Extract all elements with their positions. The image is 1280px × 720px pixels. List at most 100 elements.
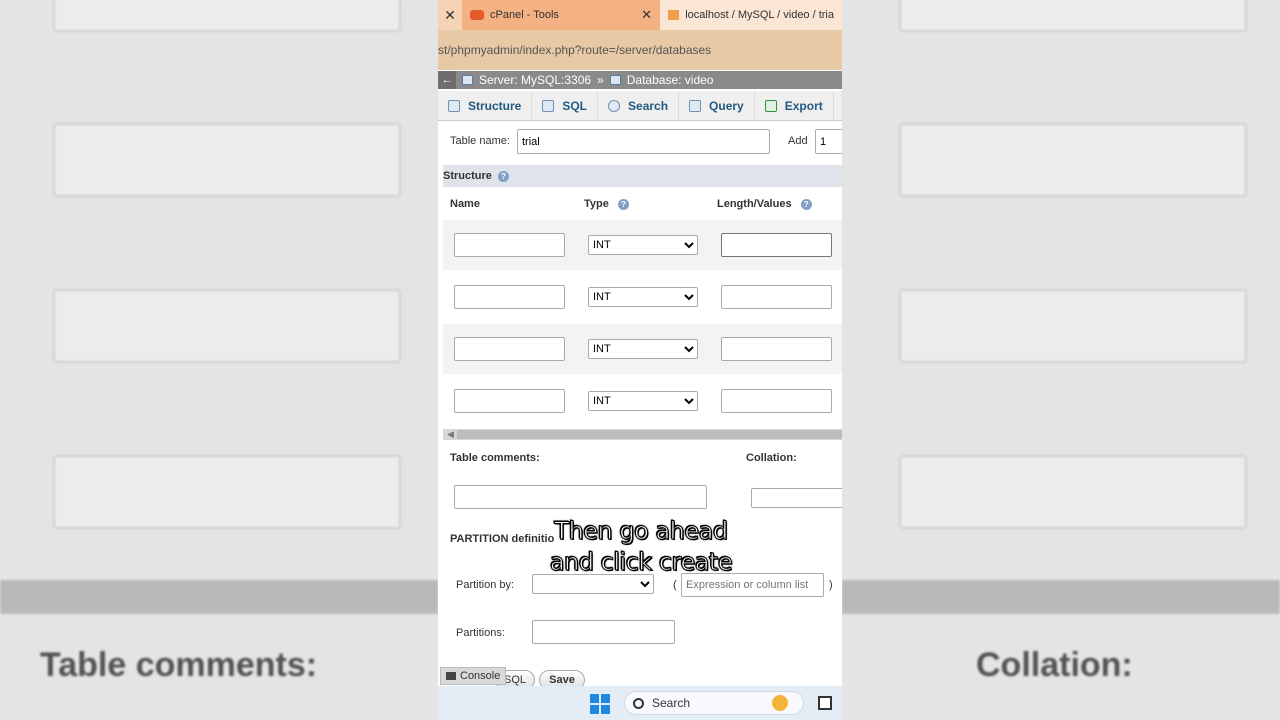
partitions-input[interactable]: [532, 620, 675, 644]
menu-label: Structure: [468, 98, 522, 113]
menu-label: Query: [709, 98, 744, 113]
bg-scrollbar: [0, 580, 438, 614]
help-icon[interactable]: ?: [800, 198, 812, 210]
column-name-input[interactable]: [454, 233, 565, 257]
tab-cpanel[interactable]: cPanel - Tools ✕: [462, 0, 660, 30]
menu-structure[interactable]: Structure: [438, 91, 533, 120]
close-icon[interactable]: ✕: [641, 7, 652, 23]
tab-label: cPanel - Tools: [490, 9, 559, 21]
column-length-input[interactable]: [721, 285, 832, 309]
table-comments-input[interactable]: [454, 485, 707, 509]
scrollbar-thumb[interactable]: [457, 430, 842, 439]
menu-search[interactable]: Search: [598, 91, 680, 120]
menu-more[interactable]: [834, 91, 842, 120]
menu-label: Search: [628, 98, 669, 113]
bg-box: [53, 0, 401, 32]
sql-icon: [542, 99, 555, 112]
weather-icon[interactable]: [772, 695, 788, 711]
column-name-input[interactable]: [454, 389, 565, 413]
partition-definition-label: PARTITION definitio: [450, 533, 555, 545]
url-text: st/phpmyadmin/index.php?route=/server/da…: [438, 43, 712, 57]
caption-line: and click create: [549, 548, 733, 577]
column-name-input[interactable]: [454, 337, 565, 361]
menu-export[interactable]: Export: [755, 91, 834, 120]
button-label: Save: [549, 674, 575, 686]
bg-scrollbar: [842, 580, 1280, 614]
bg-table-comments-text: Table comments:: [40, 646, 318, 684]
server-icon: [462, 75, 473, 85]
bg-box: [899, 455, 1247, 529]
column-header-type: Type ?: [584, 198, 629, 210]
structure-section-header: Structure ?: [443, 165, 842, 187]
open-paren: (: [673, 579, 677, 591]
close-icon[interactable]: ✕: [438, 7, 462, 24]
help-icon[interactable]: ?: [617, 198, 629, 210]
query-icon: [689, 99, 702, 112]
column-name-input[interactable]: [454, 285, 565, 309]
taskbar-search-label: Search: [652, 696, 691, 710]
table-comments-label: Table comments:: [450, 452, 540, 464]
column-length-input[interactable]: [721, 389, 832, 413]
column-type-select[interactable]: INT: [588, 235, 698, 255]
column-type-select[interactable]: INT: [588, 339, 698, 359]
search-icon: [608, 99, 621, 112]
add-columns-input[interactable]: [815, 129, 842, 154]
cpanel-icon: [470, 10, 484, 20]
menu-label: Export: [784, 98, 823, 113]
top-menu: Structure SQL Search Query Export: [438, 91, 842, 121]
bg-box: [53, 289, 401, 363]
structure-icon: [448, 99, 460, 112]
column-type-select[interactable]: INT: [588, 391, 698, 411]
tab-bar: ✕ cPanel - Tools ✕ localhost / MySQL / v…: [438, 0, 842, 30]
horizontal-scrollbar[interactable]: ◀: [443, 429, 842, 440]
close-paren: ): [829, 579, 833, 591]
column-row: INT: [443, 324, 842, 374]
collation-label: Collation:: [746, 452, 797, 464]
bg-box: [899, 289, 1247, 363]
bg-box: [899, 123, 1247, 197]
bg-box: [53, 455, 401, 529]
table-name-label: Table name:: [450, 135, 510, 147]
menu-sql[interactable]: SQL: [532, 91, 599, 120]
breadcrumb-server[interactable]: Server: MySQL:3306: [479, 73, 591, 87]
structure-label: Structure: [443, 170, 492, 182]
breadcrumb-separator: »: [597, 73, 604, 87]
column-length-input[interactable]: [721, 233, 832, 257]
console-label: Console: [460, 670, 501, 682]
button-label: SQL: [503, 674, 526, 686]
address-bar[interactable]: st/phpmyadmin/index.php?route=/server/da…: [438, 30, 842, 70]
tab-phpmyadmin[interactable]: localhost / MySQL / video / tria: [660, 0, 842, 30]
column-type-select[interactable]: INT: [588, 287, 698, 307]
video-caption: Then go ahead and click create: [548, 516, 734, 578]
phpmyadmin-icon: [668, 10, 680, 20]
add-label: Add: [788, 135, 808, 147]
search-icon: [633, 697, 644, 709]
column-length-input[interactable]: [721, 337, 832, 361]
scroll-left-icon[interactable]: ◀: [447, 429, 454, 440]
taskbar: Search: [438, 686, 842, 720]
collation-select[interactable]: [751, 488, 842, 508]
breadcrumb-database[interactable]: Database: video: [627, 73, 714, 87]
bg-collation-text: Collation:: [976, 646, 1133, 684]
length-label: Length/Values: [717, 198, 792, 210]
help-icon[interactable]: ?: [497, 170, 509, 182]
column-row: INT: [443, 376, 842, 426]
type-label: Type: [584, 198, 609, 210]
app-icon[interactable]: [818, 696, 832, 710]
menu-query[interactable]: Query: [679, 91, 755, 120]
partitions-label: Partitions:: [456, 627, 505, 639]
tab-label: localhost / MySQL / video / tria: [685, 9, 834, 21]
console-toggle[interactable]: Console: [440, 667, 506, 685]
menu-label: SQL: [562, 98, 588, 113]
column-row: INT: [443, 272, 842, 322]
table-name-input[interactable]: [517, 129, 770, 154]
windows-start-icon[interactable]: [590, 694, 610, 714]
bg-box: [53, 123, 401, 197]
database-icon: [609, 75, 621, 85]
partition-by-label: Partition by:: [456, 579, 515, 591]
export-icon: [764, 99, 777, 112]
column-row: INT: [443, 220, 842, 270]
console-icon: [446, 672, 456, 680]
column-header-name: Name: [450, 198, 480, 210]
back-arrow-icon[interactable]: ←: [438, 71, 456, 89]
